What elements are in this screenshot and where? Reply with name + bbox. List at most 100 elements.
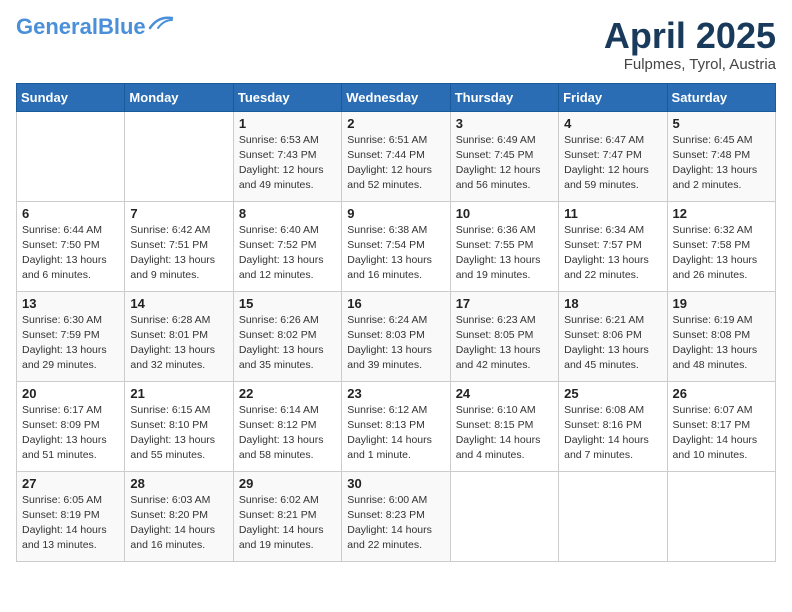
day-info: Sunrise: 6:24 AM Sunset: 8:03 PM Dayligh… xyxy=(347,313,444,374)
logo-text: GeneralBlue xyxy=(16,16,146,38)
day-info: Sunrise: 6:53 AM Sunset: 7:43 PM Dayligh… xyxy=(239,133,336,194)
calendar-cell: 26Sunrise: 6:07 AM Sunset: 8:17 PM Dayli… xyxy=(667,381,775,471)
day-number: 1 xyxy=(239,116,336,131)
day-info: Sunrise: 6:28 AM Sunset: 8:01 PM Dayligh… xyxy=(130,313,227,374)
calendar-cell: 12 Sunrise: 6:32 AM Sunset: 7:58 PM Dayli… xyxy=(667,201,775,291)
location: Fulpmes, Tyrol, Austria xyxy=(604,56,776,73)
calendar-cell: 3 Sunrise: 6:49 AM Sunset: 7:45 PM Daylig… xyxy=(450,111,558,201)
calendar-cell xyxy=(17,111,125,201)
day-number: 15 xyxy=(239,296,336,311)
calendar-cell: 6 Sunrise: 6:44 AM Sunset: 7:50 PM Daylig… xyxy=(17,201,125,291)
day-number: 23 xyxy=(347,386,444,401)
day-info: Sunrise: 6:42 AM Sunset: 7:51 PM Dayligh… xyxy=(130,223,227,284)
calendar-cell: 11 Sunrise: 6:34 AM Sunset: 7:57 PM Dayli… xyxy=(559,201,667,291)
day-number: 21 xyxy=(130,386,227,401)
day-info: Sunrise: 6:32 AM Sunset: 7:58 PM Dayligh… xyxy=(673,223,770,284)
day-number: 9 xyxy=(347,206,444,221)
day-info: Sunrise: 6:44 AM Sunset: 7:50 PM Dayligh… xyxy=(22,223,119,284)
day-number: 29 xyxy=(239,476,336,491)
weekday-header: Sunday xyxy=(17,83,125,111)
day-info: Sunrise: 6:19 AM Sunset: 8:08 PM Dayligh… xyxy=(673,313,770,374)
day-number: 28 xyxy=(130,476,227,491)
calendar-cell xyxy=(559,471,667,561)
calendar-cell: 20 Sunrise: 6:17 AM Sunset: 8:09 PM Dayli… xyxy=(17,381,125,471)
calendar-cell: 23 Sunrise: 6:12 AM Sunset: 8:13 PM Dayli… xyxy=(342,381,450,471)
day-number: 19 xyxy=(673,296,770,311)
day-info: Sunrise: 6:17 AM Sunset: 8:09 PM Dayligh… xyxy=(22,403,119,464)
day-number: 22 xyxy=(239,386,336,401)
calendar-week-row: 27Sunrise: 6:05 AM Sunset: 8:19 PM Dayli… xyxy=(17,471,776,561)
day-info: Sunrise: 6:07 AM Sunset: 8:17 PM Dayligh… xyxy=(673,403,770,464)
day-info: Sunrise: 6:14 AM Sunset: 8:12 PM Dayligh… xyxy=(239,403,336,464)
day-info: Sunrise: 6:34 AM Sunset: 7:57 PM Dayligh… xyxy=(564,223,661,284)
day-number: 17 xyxy=(456,296,553,311)
day-info: Sunrise: 6:45 AM Sunset: 7:48 PM Dayligh… xyxy=(673,133,770,194)
calendar-cell: 22 Sunrise: 6:14 AM Sunset: 8:12 PM Dayli… xyxy=(233,381,341,471)
day-number: 7 xyxy=(130,206,227,221)
month-title: April 2025 xyxy=(604,16,776,56)
day-info: Sunrise: 6:30 AM Sunset: 7:59 PM Dayligh… xyxy=(22,313,119,374)
day-number: 12 xyxy=(673,206,770,221)
day-info: Sunrise: 6:23 AM Sunset: 8:05 PM Dayligh… xyxy=(456,313,553,374)
weekday-header: Thursday xyxy=(450,83,558,111)
weekday-header: Monday xyxy=(125,83,233,111)
calendar-cell xyxy=(450,471,558,561)
day-info: Sunrise: 6:40 AM Sunset: 7:52 PM Dayligh… xyxy=(239,223,336,284)
logo-wing-icon xyxy=(148,14,174,32)
day-info: Sunrise: 6:12 AM Sunset: 8:13 PM Dayligh… xyxy=(347,403,444,464)
calendar-cell: 4Sunrise: 6:47 AM Sunset: 7:47 PM Daylig… xyxy=(559,111,667,201)
day-number: 6 xyxy=(22,206,119,221)
title-area: April 2025 Fulpmes, Tyrol, Austria xyxy=(604,16,776,73)
calendar-cell: 9 Sunrise: 6:38 AM Sunset: 7:54 PM Daylig… xyxy=(342,201,450,291)
day-info: Sunrise: 6:15 AM Sunset: 8:10 PM Dayligh… xyxy=(130,403,227,464)
calendar-cell: 7 Sunrise: 6:42 AM Sunset: 7:51 PM Daylig… xyxy=(125,201,233,291)
header-row: SundayMondayTuesdayWednesdayThursdayFrid… xyxy=(17,83,776,111)
day-number: 5 xyxy=(673,116,770,131)
calendar-cell: 18Sunrise: 6:21 AM Sunset: 8:06 PM Dayli… xyxy=(559,291,667,381)
day-info: Sunrise: 6:49 AM Sunset: 7:45 PM Dayligh… xyxy=(456,133,553,194)
day-number: 16 xyxy=(347,296,444,311)
calendar-cell: 16 Sunrise: 6:24 AM Sunset: 8:03 PM Dayli… xyxy=(342,291,450,381)
calendar-cell: 8 Sunrise: 6:40 AM Sunset: 7:52 PM Daylig… xyxy=(233,201,341,291)
weekday-header: Friday xyxy=(559,83,667,111)
day-info: Sunrise: 6:05 AM Sunset: 8:19 PM Dayligh… xyxy=(22,493,119,554)
day-number: 3 xyxy=(456,116,553,131)
day-info: Sunrise: 6:47 AM Sunset: 7:47 PM Dayligh… xyxy=(564,133,661,194)
calendar-table: SundayMondayTuesdayWednesdayThursdayFrid… xyxy=(16,83,776,562)
calendar-cell: 25 Sunrise: 6:08 AM Sunset: 8:16 PM Dayli… xyxy=(559,381,667,471)
calendar-cell xyxy=(125,111,233,201)
day-info: Sunrise: 6:38 AM Sunset: 7:54 PM Dayligh… xyxy=(347,223,444,284)
calendar-cell: 14Sunrise: 6:28 AM Sunset: 8:01 PM Dayli… xyxy=(125,291,233,381)
day-info: Sunrise: 6:02 AM Sunset: 8:21 PM Dayligh… xyxy=(239,493,336,554)
day-number: 18 xyxy=(564,296,661,311)
day-number: 2 xyxy=(347,116,444,131)
day-number: 25 xyxy=(564,386,661,401)
calendar-week-row: 20 Sunrise: 6:17 AM Sunset: 8:09 PM Dayli… xyxy=(17,381,776,471)
day-info: Sunrise: 6:08 AM Sunset: 8:16 PM Dayligh… xyxy=(564,403,661,464)
weekday-header: Tuesday xyxy=(233,83,341,111)
calendar-cell: 13 Sunrise: 6:30 AM Sunset: 7:59 PM Dayli… xyxy=(17,291,125,381)
calendar-week-row: 6 Sunrise: 6:44 AM Sunset: 7:50 PM Daylig… xyxy=(17,201,776,291)
calendar-cell: 19 Sunrise: 6:19 AM Sunset: 8:08 PM Dayli… xyxy=(667,291,775,381)
calendar-cell: 15Sunrise: 6:26 AM Sunset: 8:02 PM Dayli… xyxy=(233,291,341,381)
calendar-cell: 27Sunrise: 6:05 AM Sunset: 8:19 PM Dayli… xyxy=(17,471,125,561)
day-info: Sunrise: 6:51 AM Sunset: 7:44 PM Dayligh… xyxy=(347,133,444,194)
weekday-header: Saturday xyxy=(667,83,775,111)
day-number: 13 xyxy=(22,296,119,311)
day-number: 20 xyxy=(22,386,119,401)
day-info: Sunrise: 6:03 AM Sunset: 8:20 PM Dayligh… xyxy=(130,493,227,554)
weekday-header: Wednesday xyxy=(342,83,450,111)
day-number: 11 xyxy=(564,206,661,221)
day-number: 8 xyxy=(239,206,336,221)
calendar-cell: 24 Sunrise: 6:10 AM Sunset: 8:15 PM Dayli… xyxy=(450,381,558,471)
calendar-week-row: 1 Sunrise: 6:53 AM Sunset: 7:43 PM Daylig… xyxy=(17,111,776,201)
calendar-cell: 17 Sunrise: 6:23 AM Sunset: 8:05 PM Dayli… xyxy=(450,291,558,381)
header: GeneralBlue April 2025 Fulpmes, Tyrol, A… xyxy=(16,16,776,73)
day-info: Sunrise: 6:10 AM Sunset: 8:15 PM Dayligh… xyxy=(456,403,553,464)
day-number: 30 xyxy=(347,476,444,491)
calendar-cell: 2 Sunrise: 6:51 AM Sunset: 7:44 PM Daylig… xyxy=(342,111,450,201)
day-number: 24 xyxy=(456,386,553,401)
calendar-cell: 1 Sunrise: 6:53 AM Sunset: 7:43 PM Daylig… xyxy=(233,111,341,201)
calendar-cell: 5 Sunrise: 6:45 AM Sunset: 7:48 PM Daylig… xyxy=(667,111,775,201)
calendar-cell: 28 Sunrise: 6:03 AM Sunset: 8:20 PM Dayli… xyxy=(125,471,233,561)
